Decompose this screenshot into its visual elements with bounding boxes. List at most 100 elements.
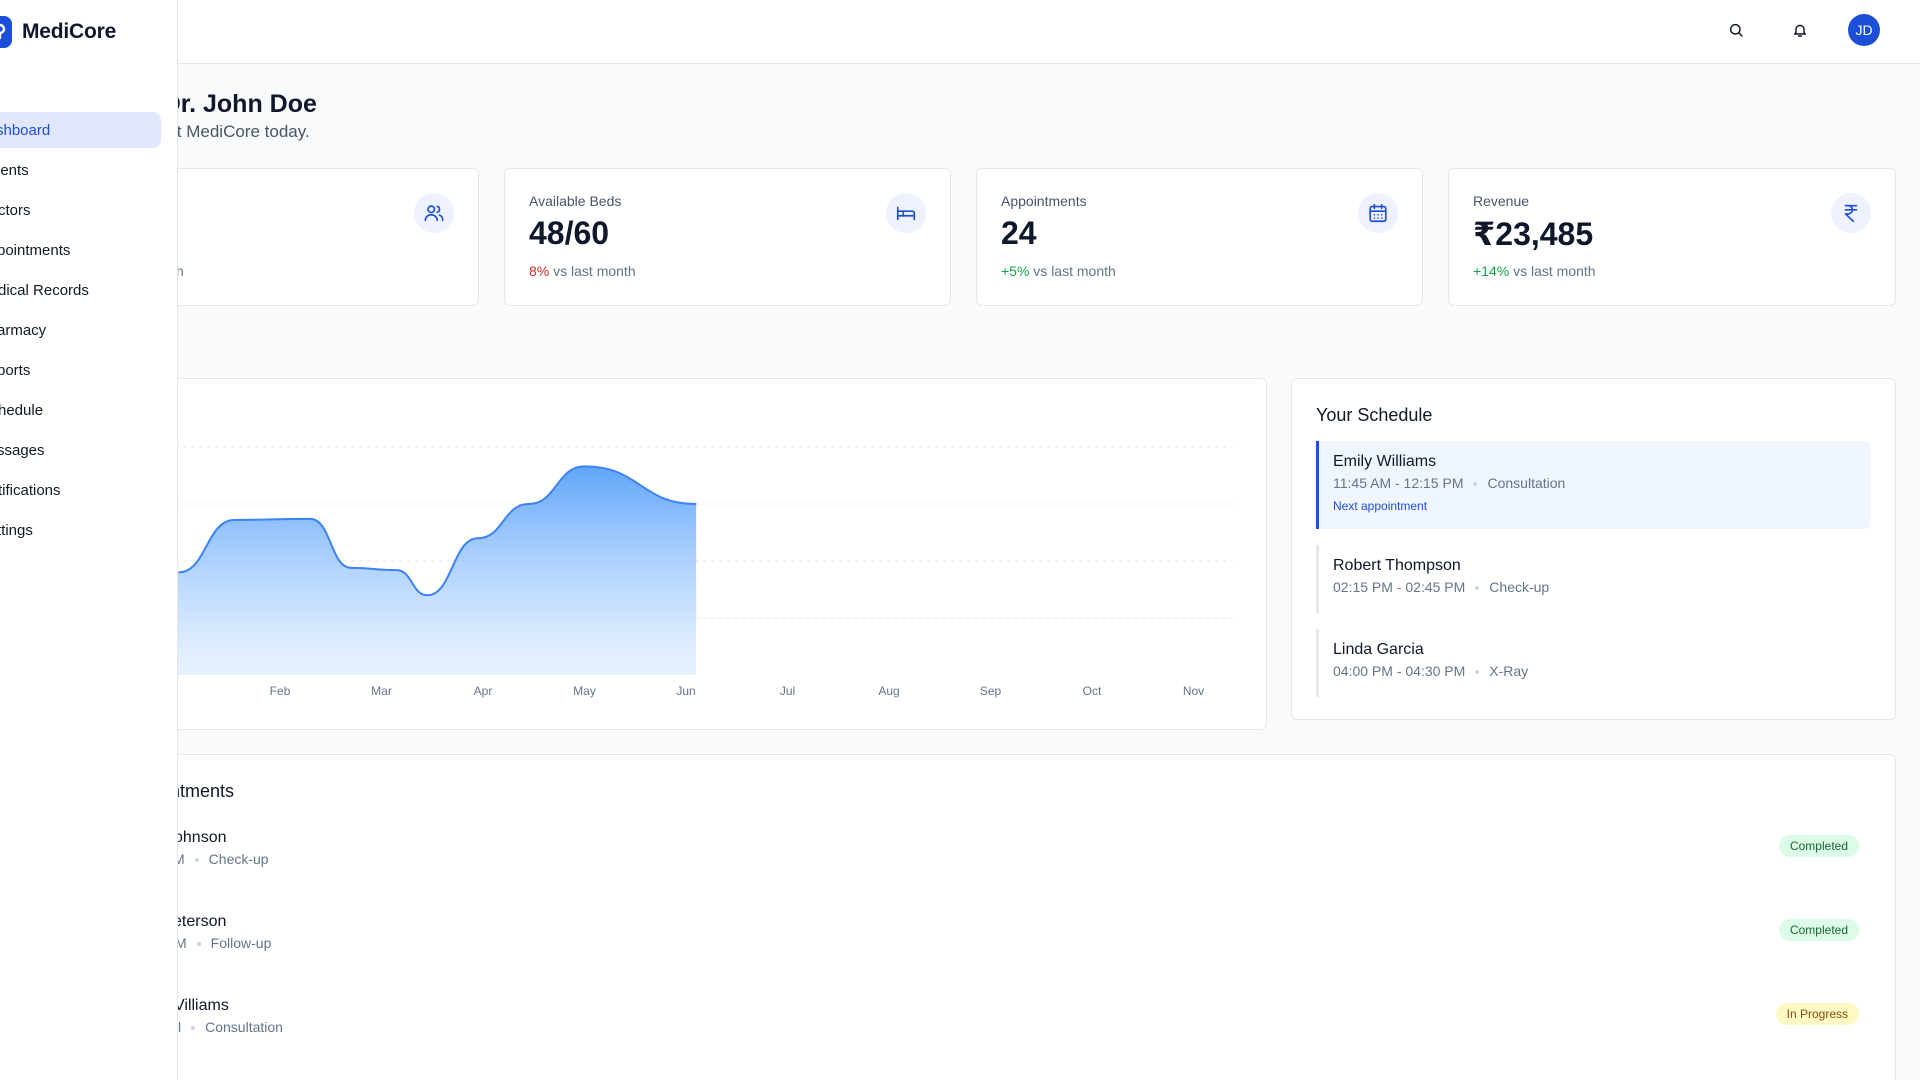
bell-icon — [1793, 24, 1807, 37]
separator-dot — [1475, 670, 1480, 675]
schedule-item[interactable]: Emily Williams 11:45 AM - 12:15 PM Consul… — [1316, 441, 1871, 529]
avatar[interactable]: JD — [1848, 14, 1880, 46]
appointment-patient-name: Villiams — [174, 997, 229, 1014]
schedule-item-time: 02:15 PM - 02:45 PM — [1333, 579, 1466, 595]
stat-change-text: vs last month — [549, 263, 636, 279]
sidebar-item-appointments[interactable]: pointments — [0, 232, 177, 268]
appointment-patient-name: ohnson — [174, 829, 227, 846]
schedule-item-name: Linda Garcia — [1333, 641, 1424, 658]
stat-value: 48/60 — [529, 215, 610, 251]
x-tick-label: May — [573, 684, 596, 698]
brand[interactable]: MediCore — [0, 0, 116, 64]
schedule-title: Your Schedule — [1316, 405, 1433, 425]
area-chart: FebMarAprMayJunJulAugSepOctNovDec — [111, 446, 1233, 698]
stat-change: 8% vs last month — [529, 263, 636, 279]
schedule-item-meta: 04:00 PM - 04:30 PM X-Ray — [1333, 663, 1871, 679]
sidebar-item-label: ports — [0, 361, 31, 379]
top-bar: JD — [0, 0, 1920, 64]
stat-label: Appointments — [1001, 193, 1087, 209]
table-row[interactable]: Villiams l Consultation In Progress — [111, 997, 1895, 1057]
stat-change-value: +5% — [1001, 263, 1030, 279]
appointment-type: Check-up — [208, 851, 269, 867]
appointment-meta: l Consultation — [178, 1019, 283, 1035]
schedule-item-meta: 02:15 PM - 02:45 PM Check-up — [1333, 579, 1871, 595]
separator-dot — [1473, 482, 1478, 487]
sidebar-item-notifications[interactable]: tifications — [0, 472, 177, 508]
sidebar: MediCore shboard ients ctors pointments … — [0, 0, 178, 1080]
schedule-item-type: X-Ray — [1489, 663, 1529, 679]
sidebar-item-schedule[interactable]: hedule — [0, 392, 177, 428]
stat-change-text: vs last month — [1509, 263, 1596, 279]
x-tick-label: Jul — [780, 684, 795, 698]
x-tick-label: Aug — [878, 684, 899, 698]
stat-change-value: 8% — [529, 263, 550, 279]
sidebar-item-label: dical Records — [0, 281, 89, 299]
sidebar-item-reports[interactable]: ports — [0, 352, 177, 388]
recent-appointments-card: ntments ohnson M Check-up Completed eters… — [110, 754, 1896, 1080]
main-content: ck, Dr. John Doe ening at MediCore today… — [0, 64, 1920, 1080]
table-row[interactable]: eterson M Follow-up Completed — [111, 913, 1895, 973]
sidebar-item-label: ttings — [0, 521, 33, 539]
stat-card-appointments: Appointments 24 +5% vs last month — [976, 168, 1423, 306]
sidebar-item-patients[interactable]: ients — [0, 152, 177, 188]
stat-change-text: vs last month — [1029, 263, 1116, 279]
appointment-meta: M Check-up — [173, 851, 269, 867]
x-tick-label: Sep — [980, 684, 1002, 698]
stat-card-revenue: Revenue ₹23,485 +14% vs last month — [1448, 168, 1896, 306]
sidebar-nav: shboard ients ctors pointments dical Rec… — [0, 112, 177, 552]
calendar-icon — [1358, 193, 1398, 233]
top-actions: JD — [1720, 14, 1880, 46]
sidebar-item-label: ctors — [0, 201, 31, 219]
status-badge: Completed — [1778, 835, 1859, 857]
sidebar-item-label: armacy — [0, 321, 47, 339]
schedule-card: Your Schedule Emily Williams 11:45 AM - … — [1291, 378, 1896, 720]
schedule-item-name: Robert Thompson — [1333, 557, 1461, 574]
stat-card-beds: Available Beds 48/60 8% vs last month — [504, 168, 951, 306]
schedule-item-name: Emily Williams — [1333, 453, 1437, 470]
separator-dot — [1475, 586, 1480, 591]
sidebar-item-label: ients — [0, 161, 29, 179]
sidebar-item-pharmacy[interactable]: armacy — [0, 312, 177, 348]
appointment-patient-name: eterson — [173, 913, 227, 930]
appointment-type: Follow-up — [210, 935, 272, 951]
sidebar-item-medical-records[interactable]: dical Records — [0, 272, 177, 308]
table-row[interactable]: ohnson M Check-up Completed — [111, 829, 1895, 889]
chart-area-fill — [138, 466, 697, 675]
sidebar-item-settings[interactable]: ttings — [0, 512, 177, 548]
schedule-item[interactable]: Linda Garcia 04:00 PM - 04:30 PM X-Ray — [1316, 629, 1871, 697]
stat-label: Available Beds — [529, 193, 622, 209]
separator-dot — [196, 942, 201, 947]
schedule-item-time: 11:45 AM - 12:15 PM — [1333, 475, 1464, 491]
x-tick-label: Feb — [270, 684, 291, 698]
appointments-title: ntments — [170, 781, 235, 801]
separator-dot — [191, 1026, 196, 1031]
separator-dot — [194, 858, 199, 863]
appointment-type: Consultation — [205, 1019, 283, 1035]
schedule-item-type: Consultation — [1487, 475, 1566, 491]
stat-value: ₹23,485 — [1473, 216, 1594, 252]
x-tick-label: Mar — [371, 684, 392, 698]
stat-change: +14% vs last month — [1473, 263, 1596, 279]
search-button[interactable] — [1720, 14, 1752, 46]
status-badge: Completed — [1778, 919, 1859, 941]
sidebar-item-label: tifications — [0, 481, 61, 499]
x-tick-label: Nov — [1183, 684, 1204, 698]
search-icon — [1729, 23, 1743, 37]
sidebar-item-messages[interactable]: ssages — [0, 432, 177, 468]
sidebar-item-label: shboard — [0, 121, 51, 139]
sidebar-item-label: ssages — [0, 441, 45, 459]
patient-trend-chart-card: FebMarAprMayJunJulAugSepOctNovDec — [110, 378, 1267, 730]
notifications-button[interactable] — [1784, 14, 1816, 46]
schedule-item[interactable]: Robert Thompson 02:15 PM - 02:45 PM Check… — [1316, 545, 1871, 613]
stat-change: +5% vs last month — [1001, 263, 1116, 279]
x-tick-label: Jun — [676, 684, 695, 698]
sidebar-item-doctors[interactable]: ctors — [0, 192, 177, 228]
x-tick-label: Apr — [474, 684, 493, 698]
logo-icon — [0, 16, 12, 48]
next-appointment-link[interactable]: Next appointment — [1333, 499, 1871, 513]
bed-icon — [886, 193, 926, 233]
sidebar-item-label: hedule — [0, 401, 44, 419]
schedule-item-type: Check-up — [1489, 579, 1550, 595]
sidebar-item-label: pointments — [0, 241, 71, 259]
sidebar-item-dashboard[interactable]: shboard — [0, 112, 161, 148]
